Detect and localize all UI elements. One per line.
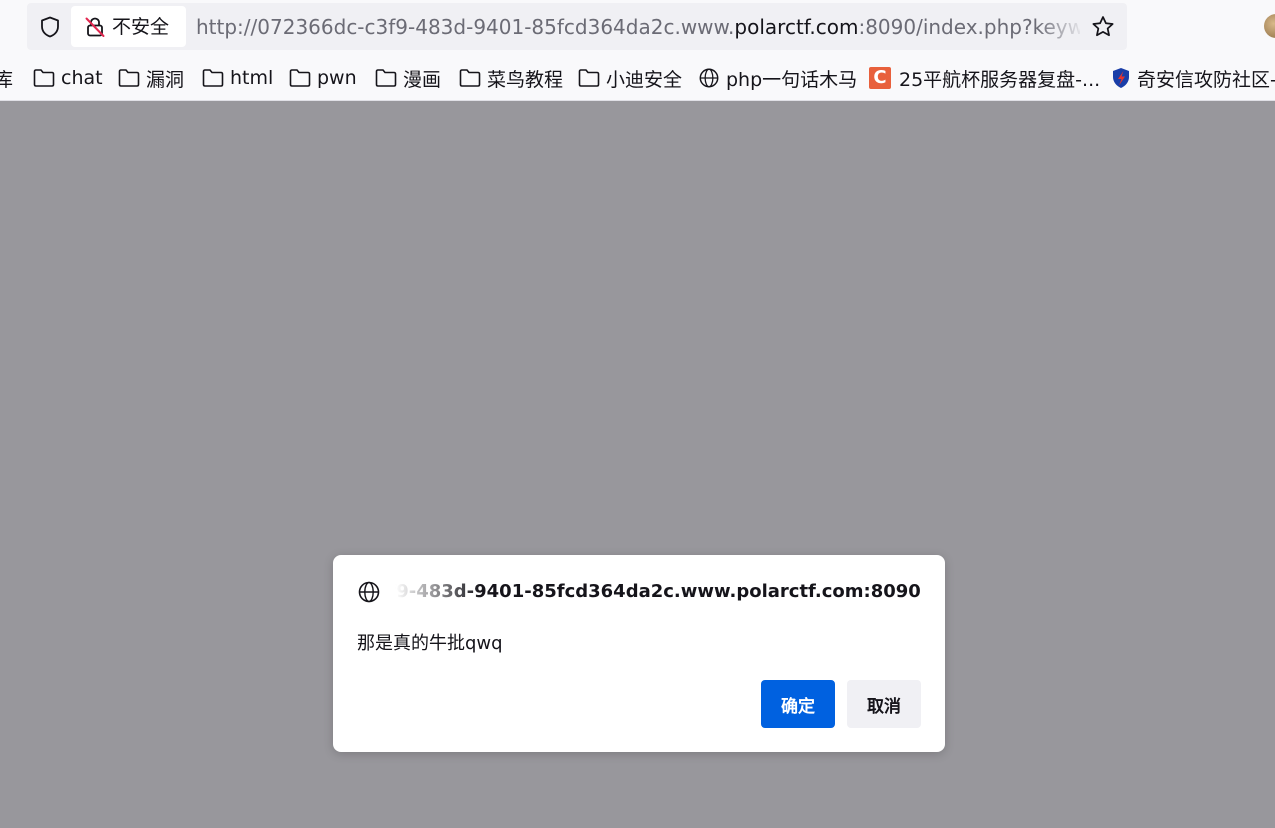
- dialog-message: 那是真的牛批qwq: [357, 633, 503, 654]
- address-bar[interactable]: 不安全 http://072366dc-c3f9-483d-9401-85fcd…: [27, 3, 1127, 50]
- bookmark-folder-xiaodi[interactable]: 小迪安全: [578, 65, 682, 91]
- origin-fade: [391, 577, 481, 607]
- cancel-button[interactable]: 取消: [847, 680, 921, 728]
- url-host: polarctf.com: [734, 15, 859, 39]
- globe-icon: [358, 581, 380, 603]
- bookmark-label: 库: [0, 65, 13, 92]
- security-label: 不安全: [112, 16, 170, 38]
- folder-icon: [289, 69, 311, 87]
- url-text[interactable]: http://072366dc-c3f9-483d-9401-85fcd364d…: [196, 14, 1080, 40]
- bookmark-label: 漏洞: [146, 68, 185, 91]
- bookmark-label: chat: [61, 67, 103, 89]
- folder-icon: [33, 69, 55, 87]
- url-prefix: http://072366dc-c3f9-483d-9401-85fcd364d…: [196, 15, 735, 39]
- alert-dialog: 072366dc-c3f9-483d-9401-85fcd364da2c.www…: [333, 555, 945, 752]
- url-fade: [1037, 9, 1085, 45]
- bookmark-folder-vuln[interactable]: 漏洞: [118, 65, 184, 91]
- bookmark-label: 菜鸟教程: [487, 68, 564, 91]
- qianxin-icon: [1113, 68, 1129, 88]
- bookmark-folder-pwn[interactable]: pwn: [289, 65, 357, 91]
- folder-icon: [578, 69, 600, 87]
- bookmark-label: html: [230, 67, 274, 89]
- bookmark-csdn-article[interactable]: C 25平航杯服务器复盘-...: [869, 65, 1100, 91]
- bookmark-qianxin-community[interactable]: 奇安信攻防社区-了: [1111, 65, 1275, 91]
- account-avatar[interactable]: [1264, 14, 1275, 38]
- bookmark-php-webshell[interactable]: php一句话木马: [698, 65, 857, 91]
- bookmark-label: 小迪安全: [606, 68, 683, 91]
- insecure-lock-icon: [85, 17, 105, 37]
- bookmark-label: 漫画: [403, 68, 442, 91]
- bookmark-folder-runoob[interactable]: 菜鸟教程: [459, 65, 563, 91]
- bookmark-label: php一句话木马: [726, 68, 858, 91]
- ok-button[interactable]: 确定: [761, 680, 835, 728]
- bookmarks-toolbar: 库 chat 漏洞 html pwn 漫画 菜鸟教程 小迪安全 php一句话木马: [0, 56, 1275, 101]
- bookmark-folder-html[interactable]: html: [202, 65, 273, 91]
- bookmark-label: 奇安信攻防社区-了: [1137, 68, 1275, 91]
- folder-icon: [375, 69, 397, 87]
- bookmark-label: 25平航杯服务器复盘-...: [899, 68, 1101, 91]
- folder-icon: [118, 69, 140, 87]
- globe-icon: [699, 68, 719, 88]
- shield-icon[interactable]: [38, 15, 62, 39]
- folder-icon: [459, 69, 481, 87]
- folder-icon: [202, 69, 224, 87]
- site-security-indicator[interactable]: 不安全: [71, 6, 186, 47]
- browser-toolbar: 不安全 http://072366dc-c3f9-483d-9401-85fcd…: [0, 0, 1275, 56]
- bookmark-label: pwn: [317, 67, 357, 89]
- bookmark-folder-comics[interactable]: 漫画: [375, 65, 441, 91]
- csdn-icon: C: [869, 67, 891, 89]
- bookmark-star-icon[interactable]: [1090, 14, 1116, 40]
- bookmark-folder-chat[interactable]: chat: [33, 65, 103, 91]
- bookmark-partial[interactable]: 库: [0, 65, 13, 91]
